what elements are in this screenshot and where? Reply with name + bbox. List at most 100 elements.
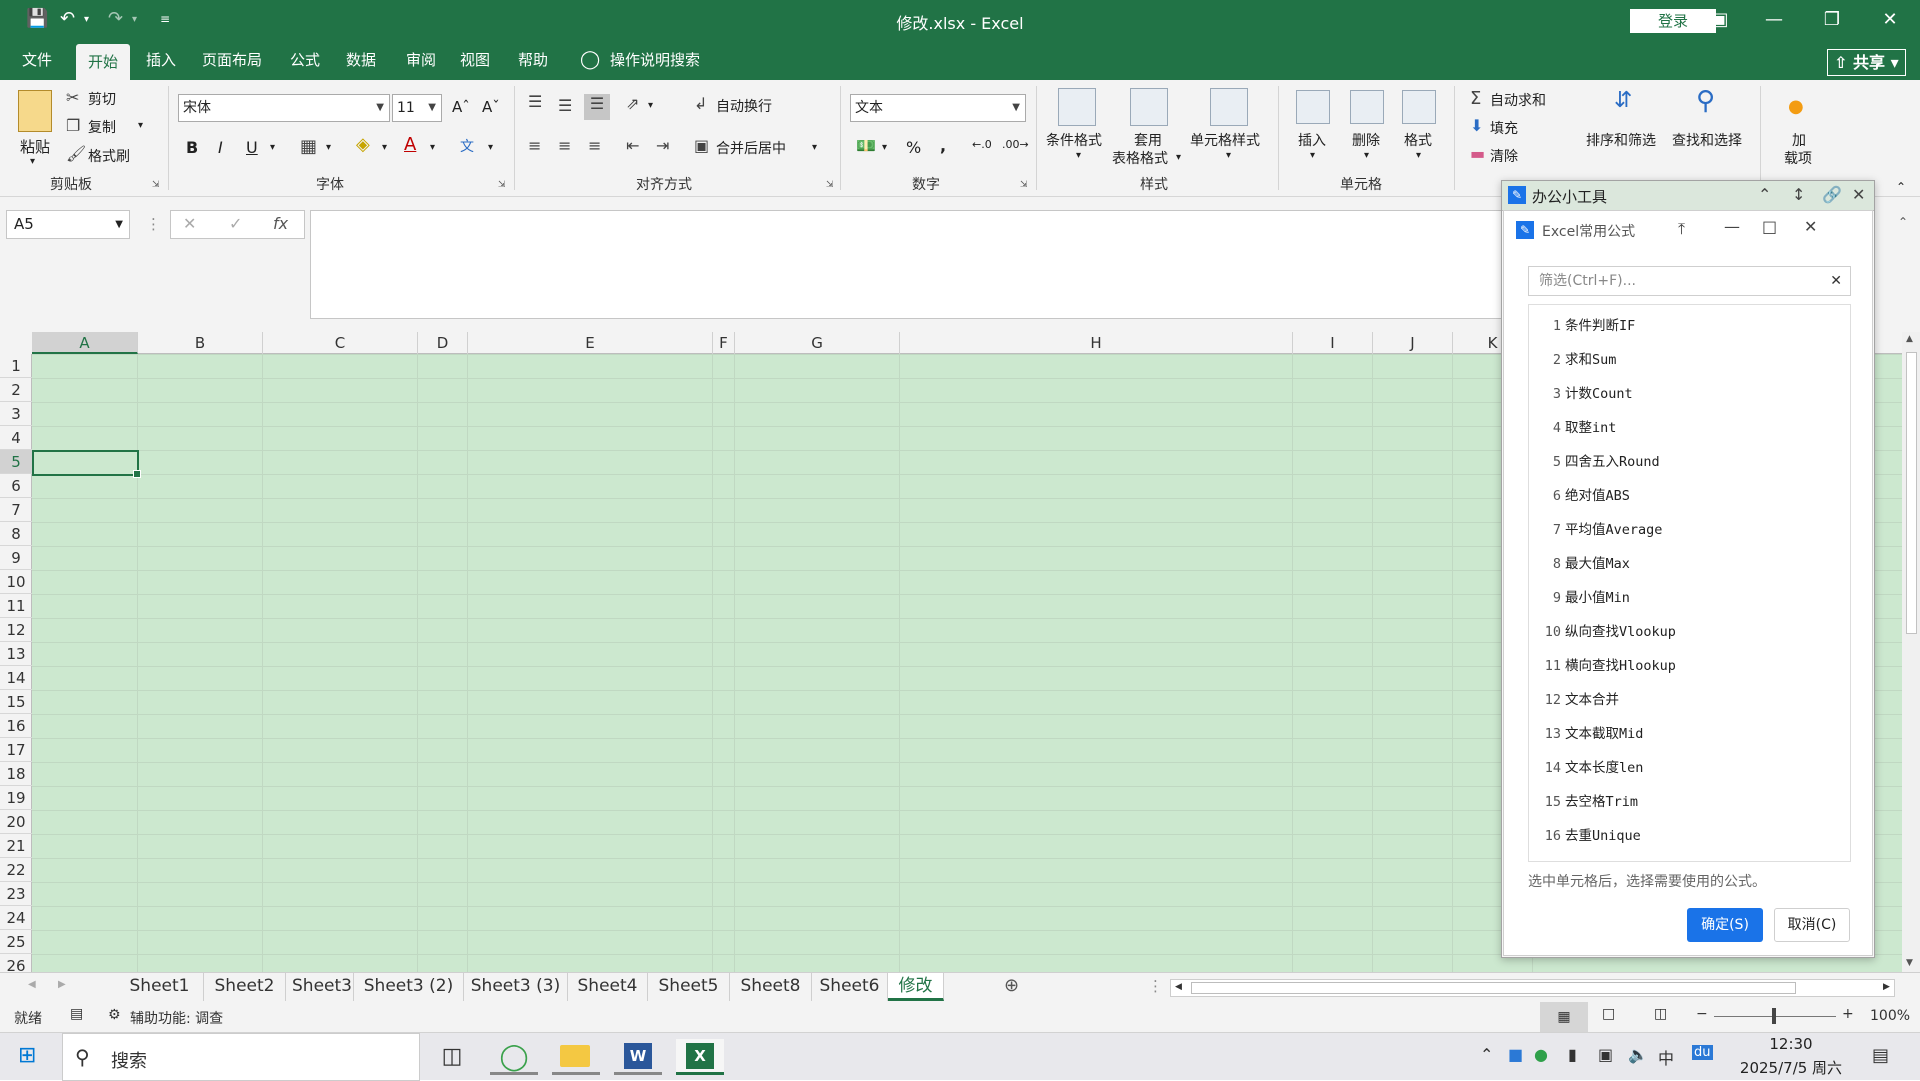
find-icon[interactable]: ⚲ xyxy=(1696,86,1715,116)
row-header-14[interactable]: 14 xyxy=(0,666,32,690)
row-header-11[interactable]: 11 xyxy=(0,594,32,618)
redo-dropdown-icon[interactable]: ▾ xyxy=(132,14,137,25)
tell-me-search[interactable]: 操作说明搜索 xyxy=(608,40,702,80)
undo-icon[interactable]: ↶ xyxy=(60,8,75,29)
alignment-launcher-icon[interactable]: ⇲ xyxy=(826,180,834,190)
fill-button[interactable]: 填充 xyxy=(1490,118,1518,138)
wrap-text-icon[interactable]: ↲ xyxy=(694,94,707,113)
formula-input[interactable] xyxy=(310,210,1510,319)
sheet-tab[interactable]: Sheet2 xyxy=(204,973,286,1001)
increase-font-icon[interactable]: Aˆ xyxy=(452,98,470,116)
italic-button[interactable]: I xyxy=(218,138,223,157)
row-header-19[interactable]: 19 xyxy=(0,786,32,810)
tab-help[interactable]: 帮助 xyxy=(516,40,550,80)
find-select-button[interactable]: 查找和选择 xyxy=(1672,130,1742,150)
row-header-6[interactable]: 6 xyxy=(0,474,32,498)
format-painter-icon[interactable]: 🖌 xyxy=(66,144,86,163)
tab-data[interactable]: 数据 xyxy=(344,40,378,80)
wrap-text-button[interactable]: 自动换行 xyxy=(716,96,772,116)
percent-button[interactable]: % xyxy=(906,138,921,157)
list-item[interactable]: 15 去空格Trim xyxy=(1529,785,1850,819)
close-icon[interactable]: ✕ xyxy=(1870,6,1910,34)
delete-dropdown-icon[interactable]: ▾ xyxy=(1364,150,1369,161)
clear-button[interactable]: 清除 xyxy=(1490,146,1518,166)
list-item[interactable]: 7 平均值Average xyxy=(1529,513,1850,547)
sheet-tab[interactable]: Sheet3 xyxy=(286,973,354,1001)
tab-home[interactable]: 开始 xyxy=(76,44,131,80)
fill-color-dropdown-icon[interactable]: ▾ xyxy=(382,142,387,153)
align-top-icon[interactable]: ☰ xyxy=(528,92,542,111)
scroll-up-icon[interactable]: ▲ xyxy=(1906,334,1913,344)
tab-insert[interactable]: 插入 xyxy=(144,40,178,80)
list-item[interactable]: 5 四舍五入Round xyxy=(1529,445,1850,479)
accessibility-status[interactable]: 辅助功能: 调查 xyxy=(130,1008,223,1028)
show-hidden-icons-icon[interactable]: ⌃ xyxy=(1480,1045,1493,1064)
input-method-icon[interactable]: 中 xyxy=(1658,1045,1674,1069)
page-break-view-icon[interactable]: ◫ xyxy=(1654,1006,1667,1022)
accessibility-icon[interactable]: ⚙ xyxy=(108,1007,121,1023)
sheet-tab[interactable]: Sheet1 xyxy=(116,973,204,1001)
delete-cells-icon[interactable] xyxy=(1350,90,1384,124)
insert-cells-icon[interactable] xyxy=(1296,90,1330,124)
column-header-f[interactable]: F xyxy=(713,332,735,354)
clock-date[interactable]: 2025/7/5 周六 xyxy=(1726,1057,1856,1078)
phonetic-icon[interactable]: 文 xyxy=(460,136,474,156)
list-item[interactable]: 1 条件判断IF xyxy=(1529,309,1850,343)
list-item[interactable]: 16 去重Unique xyxy=(1529,819,1850,853)
autosum-button[interactable]: 自动求和 xyxy=(1490,90,1546,110)
row-header-21[interactable]: 21 xyxy=(0,834,32,858)
merge-center-button[interactable]: 合并后居中 xyxy=(716,138,786,158)
font-color-dropdown-icon[interactable]: ▾ xyxy=(430,142,435,153)
clear-filter-icon[interactable]: ✕ xyxy=(1830,267,1842,295)
font-color-icon[interactable]: A xyxy=(404,134,416,155)
zoom-level[interactable]: 100% xyxy=(1870,1008,1910,1024)
sheet-tab[interactable]: Sheet8 xyxy=(730,973,812,1001)
zoom-in-icon[interactable]: + xyxy=(1842,1006,1854,1022)
format-as-table-line2[interactable]: 表格格式 xyxy=(1112,148,1168,168)
row-header-8[interactable]: 8 xyxy=(0,522,32,546)
active-cell[interactable] xyxy=(32,450,141,478)
row-header-23[interactable]: 23 xyxy=(0,882,32,906)
task-view-icon[interactable]: ◫ xyxy=(428,1039,476,1075)
accounting-dropdown-icon[interactable]: ▾ xyxy=(882,142,887,153)
check-icon[interactable]: ✓ xyxy=(229,214,242,233)
align-middle-icon[interactable]: ☰ xyxy=(558,96,572,115)
phonetic-dropdown-icon[interactable]: ▾ xyxy=(488,142,493,153)
vertical-scroll-thumb[interactable] xyxy=(1906,352,1917,634)
sort-filter-icon[interactable]: ⇵ xyxy=(1614,88,1632,113)
list-item[interactable]: 12 文本合并 xyxy=(1529,683,1850,717)
row-header-16[interactable]: 16 xyxy=(0,714,32,738)
zoom-slider-thumb[interactable] xyxy=(1772,1008,1776,1024)
align-left-icon[interactable]: ≡ xyxy=(528,136,541,155)
paste-dropdown-icon[interactable]: ▾ xyxy=(30,156,35,167)
format-as-table-icon[interactable] xyxy=(1130,88,1168,126)
customize-qat-icon[interactable]: ≡ xyxy=(160,12,170,26)
network-icon[interactable]: ▣ xyxy=(1598,1045,1613,1064)
format-as-table-dropdown-icon[interactable]: ▾ xyxy=(1176,152,1181,163)
collapse-formula-icon[interactable]: ⌃ xyxy=(1898,215,1908,229)
increase-indent-icon[interactable]: ⇥ xyxy=(656,136,669,155)
increase-decimal-icon[interactable]: ←.0 xyxy=(972,138,992,151)
pin-panel-icon[interactable]: 🔗 xyxy=(1822,185,1842,204)
formula-filter-input[interactable]: 筛选(Ctrl+F)... ✕ xyxy=(1528,266,1851,296)
file-explorer-icon[interactable] xyxy=(552,1039,600,1075)
more-options-icon[interactable]: ⋮ xyxy=(146,215,161,233)
office-tools-header[interactable]: ✎ 办公小工具 ⌃ ↕ 🔗 ✕ xyxy=(1502,181,1874,211)
ribbon-display-icon[interactable]: ▣ xyxy=(1700,6,1740,34)
format-painter-button[interactable]: 格式刷 xyxy=(88,146,130,166)
row-header-3[interactable]: 3 xyxy=(0,402,32,426)
undo-dropdown-icon[interactable]: ▾ xyxy=(84,14,89,25)
close-panel-icon[interactable]: ✕ xyxy=(1852,185,1865,204)
confirm-button[interactable]: 确定(S) xyxy=(1687,908,1763,942)
insert-cells-button[interactable]: 插入 xyxy=(1298,130,1326,150)
row-header-5[interactable]: 5 xyxy=(0,450,32,474)
conditional-format-dropdown-icon[interactable]: ▾ xyxy=(1076,150,1081,161)
insert-dropdown-icon[interactable]: ▾ xyxy=(1310,150,1315,161)
clipboard-launcher-icon[interactable]: ⇲ xyxy=(152,180,160,190)
conditional-format-button[interactable]: 条件格式 xyxy=(1046,130,1102,150)
fill-color-icon[interactable]: ◈ xyxy=(356,134,370,155)
column-header-c[interactable]: C xyxy=(263,332,418,354)
windows-start-icon[interactable]: ⊞ xyxy=(18,1043,36,1068)
fill-icon[interactable]: ⬇ xyxy=(1470,116,1483,135)
underline-button[interactable]: U xyxy=(246,138,258,157)
